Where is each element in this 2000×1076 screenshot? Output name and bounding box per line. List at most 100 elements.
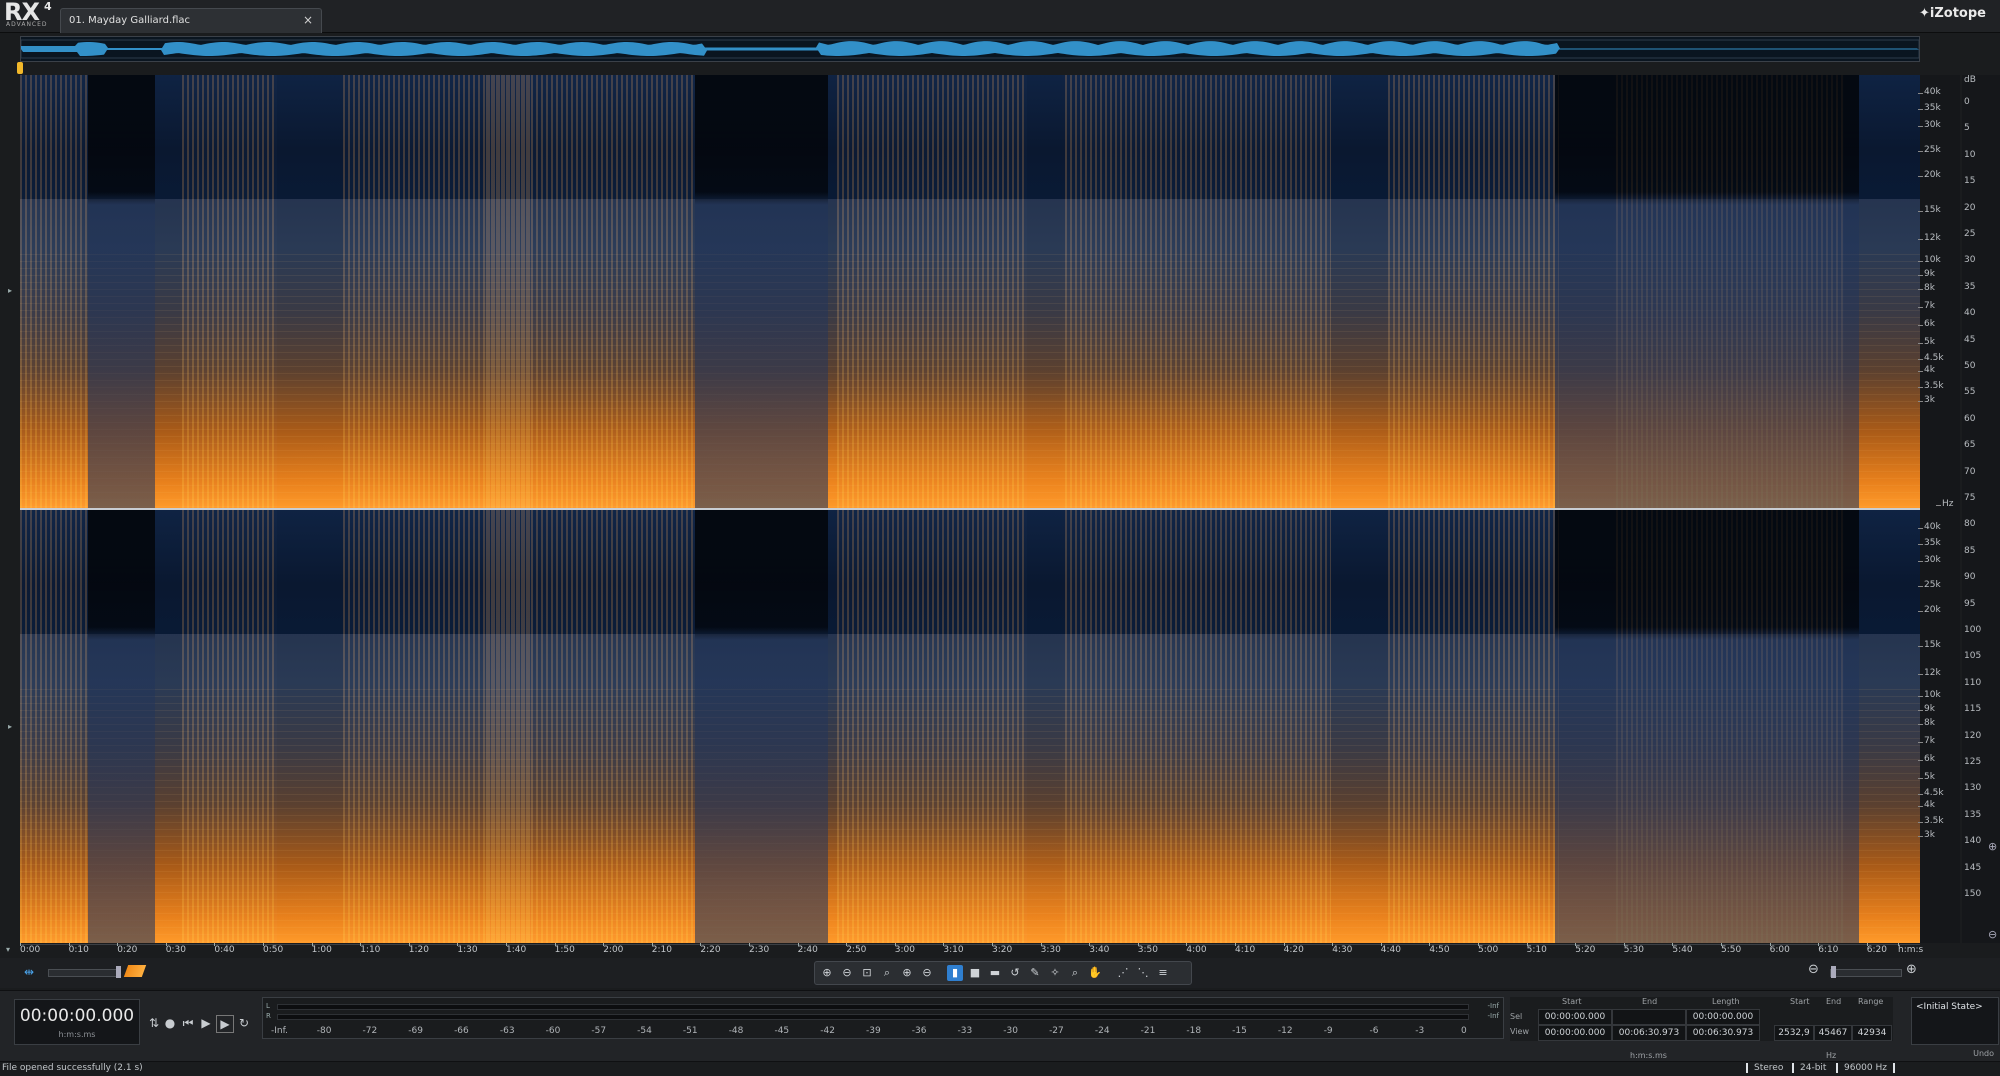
time-tick-label: 1:00 (311, 943, 332, 955)
close-icon[interactable]: × (303, 13, 313, 27)
playhead-marker[interactable] (17, 62, 23, 74)
sel-length-header: Length (1712, 997, 1740, 1006)
db-tick-label: 145 (1964, 862, 1982, 873)
freq-tick-label: 5k (1918, 772, 1935, 782)
lasso-tool-icon[interactable]: ↺ (1007, 965, 1023, 981)
freq-tick-label: 4k (1918, 800, 1935, 810)
izotope-brand: ✦iZotope (1919, 6, 1986, 21)
db-tick-label: 65 (1964, 440, 1976, 451)
zoom-out-horizontal-icon[interactable]: ⊖ (1808, 962, 1819, 977)
db-unit: dB (1964, 75, 1976, 85)
zoom-horizontal-icon[interactable]: ⊕ (899, 965, 915, 981)
db-tick-label: 115 (1964, 704, 1982, 715)
waveform-overview[interactable] (20, 36, 1920, 62)
spectrogram-channel-right[interactable] (20, 510, 1920, 943)
channel-right-expand-icon[interactable]: ▸ (8, 722, 12, 731)
time-tick-label: 3:30 (1040, 943, 1061, 955)
rect-select-tool-icon[interactable]: ■ (967, 965, 983, 981)
sel-start-field[interactable]: 00:00:00.000 (1538, 1009, 1612, 1025)
waveform-view-icon[interactable]: ⇹ (24, 966, 40, 978)
meter-bar-left (277, 1004, 1469, 1010)
undo-state-item[interactable]: <Initial State> (1916, 1002, 1983, 1012)
freq-tick-label: 4k (1918, 365, 1935, 375)
freq-tick-label: 12k (1918, 668, 1941, 678)
freq-tick-label: 10k (1918, 690, 1941, 700)
view-length-field[interactable]: 00:06:30.973 (1686, 1025, 1760, 1041)
meter-tick-label: 0 (1461, 1026, 1467, 1036)
slider-knob[interactable] (1831, 966, 1836, 978)
quiet-region (1555, 75, 1860, 508)
play-selection-icon[interactable]: ▶ (216, 1015, 234, 1033)
play-icon[interactable]: ▶ (198, 1015, 214, 1031)
spectrogram-view[interactable] (20, 75, 1920, 943)
brush-tool-icon[interactable]: ✎ (1027, 965, 1043, 981)
time-tick-label: 3:40 (1089, 943, 1110, 955)
zoom-vertical-icon[interactable]: ⊖ (919, 965, 935, 981)
freq-end-field[interactable]: 45467 (1814, 1025, 1852, 1041)
sel-end-field[interactable] (1612, 1009, 1686, 1025)
zoom-tool-icon[interactable]: ⌕ (1067, 965, 1083, 981)
channel-left-expand-icon[interactable]: ▸ (8, 286, 12, 295)
freq-tick-label: 7k (1918, 736, 1935, 746)
zoom-in-icon[interactable]: ⊕ (819, 965, 835, 981)
slider-knob[interactable] (116, 966, 121, 978)
hand-tool-icon[interactable]: ✋ (1087, 965, 1103, 981)
spectrogram-view-icon[interactable] (123, 965, 147, 977)
find-similar-icon[interactable]: ⋱ (1135, 965, 1151, 981)
meter-tick-label: -69 (408, 1026, 423, 1036)
freq-tick-label: 9k (1918, 704, 1935, 714)
db-tick-label: 50 (1964, 361, 1976, 371)
time-ruler[interactable]: h:m:s 0:00 0:10 0:20 0:30 0:40 0:50 1:00 1:10 1:… (20, 943, 1923, 959)
zoom-selection-icon[interactable]: ⊡ (859, 965, 875, 981)
meter-tick-label: -48 (728, 1026, 744, 1036)
undo-history[interactable]: <Initial State> Undo (1911, 997, 1999, 1058)
meter-tick-label: -21 (1140, 1026, 1156, 1036)
loop-icon[interactable]: ↻ (236, 1015, 252, 1031)
time-select-tool-icon[interactable]: ▮ (947, 965, 963, 981)
view-start-field[interactable]: 00:00:00.000 (1538, 1025, 1612, 1041)
spectrogram-blend-slider[interactable] (48, 966, 121, 978)
harmonic-select-icon[interactable]: ⋰ (1115, 965, 1131, 981)
meter-bar-right (277, 1014, 1469, 1020)
horizontal-zoom-slider[interactable] (1830, 966, 1902, 978)
timecode-display[interactable]: 00:00:00.000 h:m:s.ms (14, 999, 140, 1045)
zoom-out-icon[interactable]: ⊖ (839, 965, 855, 981)
zoom-fit-icon[interactable]: ⌕ (879, 965, 895, 981)
channel-collapse-icon[interactable]: ▾ (6, 945, 10, 954)
meter-tick-label: -18 (1186, 1026, 1202, 1036)
freq-end-header: End (1826, 997, 1842, 1006)
meter-right-label: R (266, 1012, 271, 1020)
freq-tick-label: 4.5k (1918, 353, 1944, 363)
tool-palette: ⊕ ⊖ ⊡ ⌕ ⊕ ⊖ ▮ ■ ▬ ↺ ✎ ✧ ⌕ ✋ ⋰ ⋱ ≡ (814, 961, 1192, 985)
skip-to-start-icon[interactable]: ⏮ (180, 1015, 196, 1031)
vertical-zoom-out-icon[interactable]: ⊖ (1988, 928, 1997, 941)
vertical-zoom-in-icon[interactable]: ⊕ (1988, 840, 1997, 853)
db-tick-label: 30 (1964, 255, 1976, 266)
time-tick-label: 2:40 (797, 943, 818, 955)
magic-wand-icon[interactable]: ✧ (1047, 965, 1063, 981)
zoom-in-horizontal-icon[interactable]: ⊕ (1906, 962, 1917, 977)
spectral-burst (837, 75, 1027, 508)
time-tick-label: 3:10 (943, 943, 964, 955)
monitor-icon[interactable]: ⇅ (146, 1015, 162, 1031)
freq-range-field[interactable]: 42934 (1852, 1025, 1892, 1041)
freq-tick-label: 8k (1918, 718, 1935, 728)
time-tick-label: 0:00 (20, 943, 41, 955)
status-message: File opened successfully (2.1 s) (2, 1063, 143, 1073)
sel-end-header: End (1642, 997, 1658, 1006)
freq-select-tool-icon[interactable]: ▬ (987, 965, 1003, 981)
freq-start-field[interactable]: 2532,9 (1774, 1025, 1814, 1041)
meter-tick-label: -27 (1049, 1026, 1064, 1036)
list-icon[interactable]: ≡ (1155, 965, 1171, 981)
timecode-value: 00:00:00.000 (19, 1006, 135, 1026)
meter-tick-label: -6 (1369, 1026, 1379, 1036)
file-tab[interactable]: 01. Mayday Galliard.flac × (60, 8, 322, 33)
spectrogram-channel-left[interactable] (20, 75, 1920, 508)
time-tick-label: 1:40 (506, 943, 527, 955)
db-tick-label: 140 (1964, 836, 1982, 847)
view-end-field[interactable]: 00:06:30.973 (1612, 1025, 1686, 1041)
db-tick-label: 55 (1964, 387, 1976, 398)
sel-length-field[interactable]: 00:00:00.000 (1686, 1009, 1760, 1025)
db-tick-label: 85 (1964, 545, 1976, 556)
record-icon[interactable]: ● (162, 1015, 178, 1031)
